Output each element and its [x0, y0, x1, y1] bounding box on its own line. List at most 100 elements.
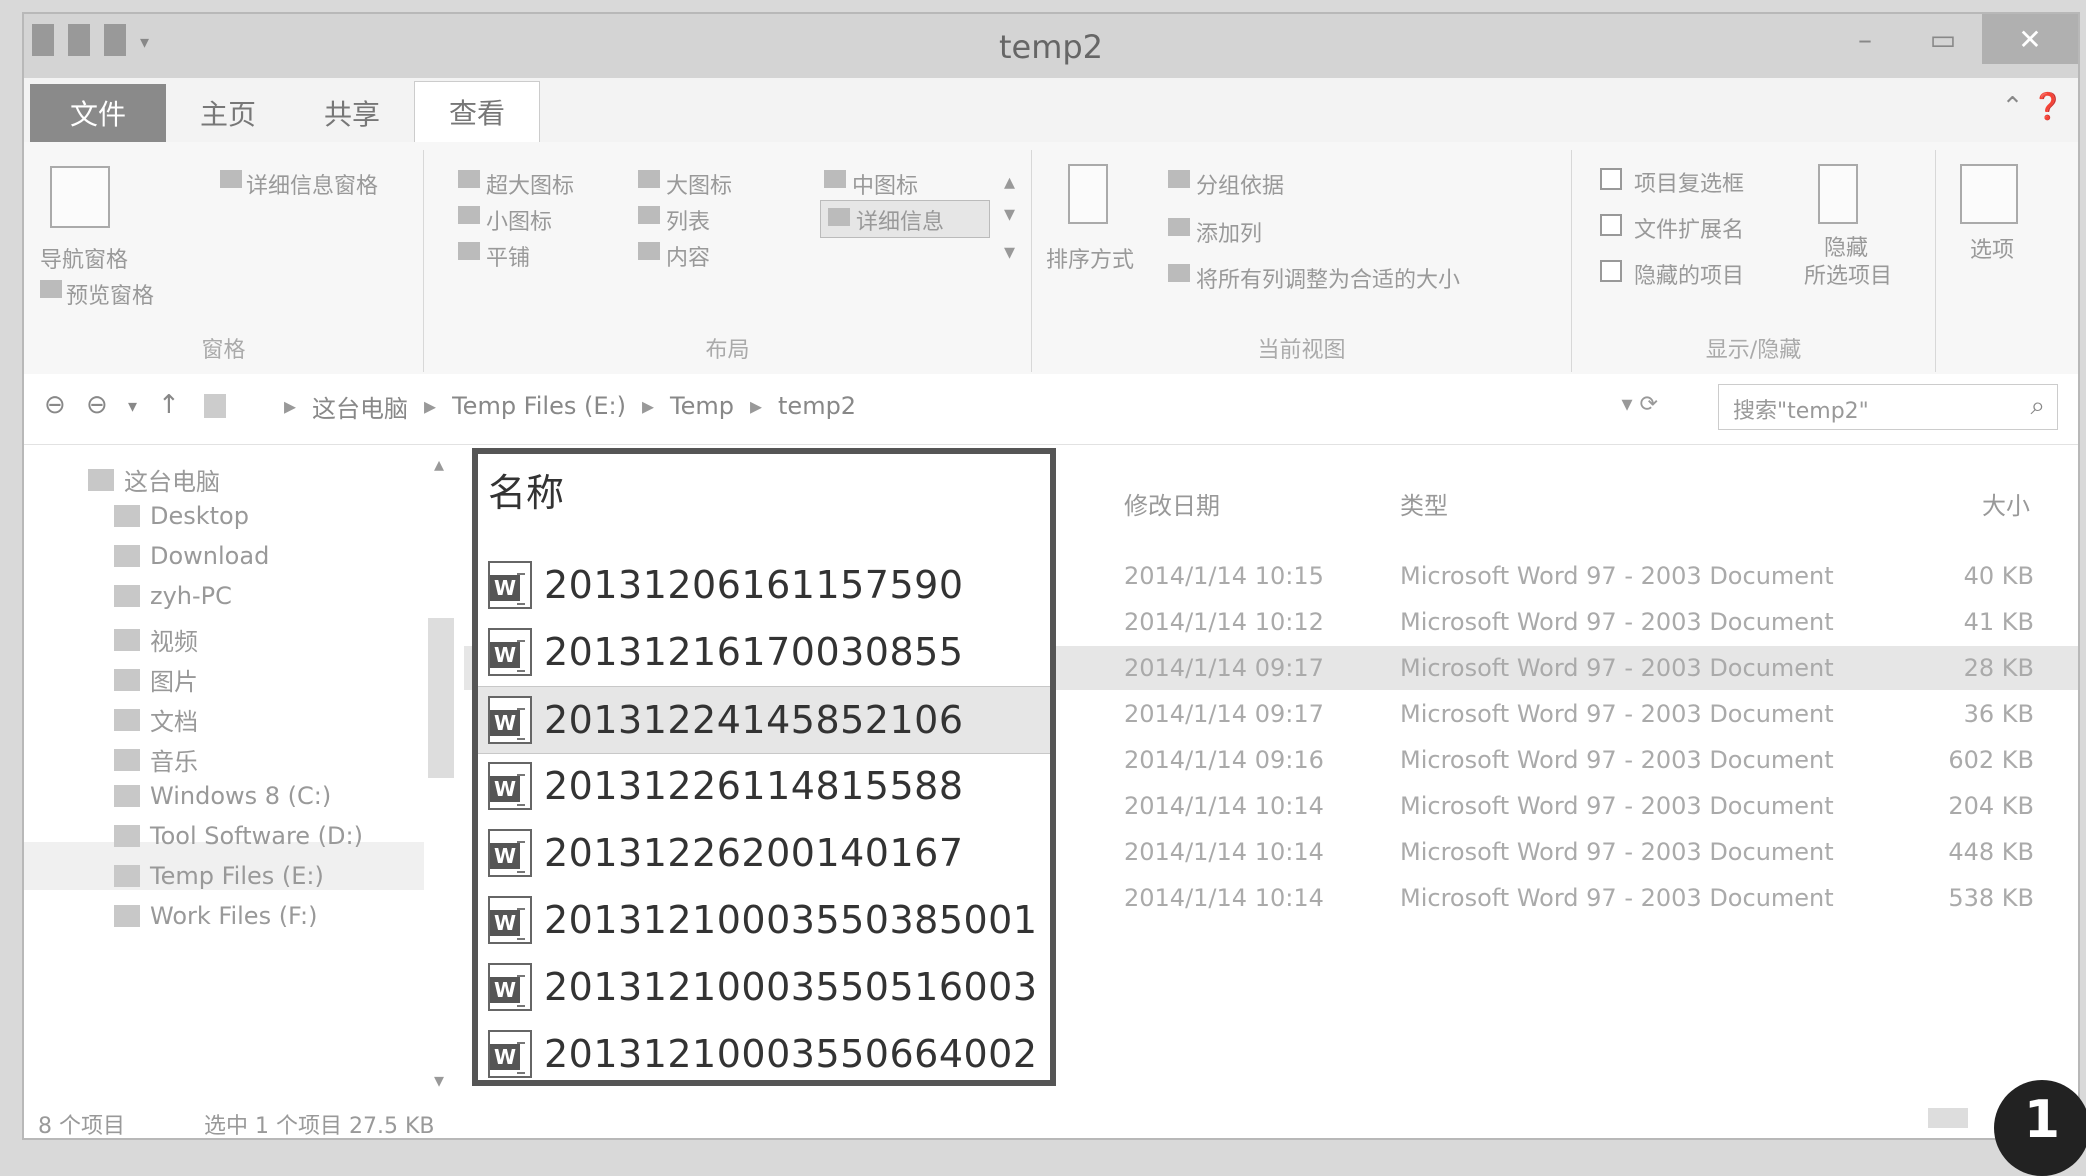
- l-icons-icon: [638, 170, 660, 188]
- nav-item-zyh-pc[interactable]: zyh-PC: [114, 582, 232, 610]
- nav-item-videos[interactable]: 视频: [114, 622, 198, 657]
- list-item[interactable]: 20131210003550664002: [478, 1021, 1050, 1087]
- crumb-pc[interactable]: 这台电脑: [312, 389, 408, 424]
- ribbon-tabs: 文件 主页 共享 查看 ⌃ ❓: [24, 78, 2078, 143]
- layout-group-label: 布局: [705, 338, 750, 363]
- tab-share[interactable]: 共享: [290, 84, 414, 142]
- nav-item-drive-f[interactable]: Work Files (F:): [114, 902, 317, 930]
- maximize-button[interactable]: ▭: [1904, 14, 1982, 64]
- nav-label: zyh-PC: [150, 582, 232, 610]
- content-option[interactable]: 内容: [666, 240, 710, 272]
- close-button[interactable]: ✕: [1982, 14, 2078, 64]
- m-icons-icon: [824, 170, 846, 188]
- file-type: Microsoft Word 97 - 2003 Document: [1400, 562, 1834, 590]
- file-date: 2014/1/14 09:16: [1124, 746, 1324, 774]
- add-columns-button[interactable]: 添加列: [1196, 216, 1262, 248]
- nav-item-pictures[interactable]: 图片: [114, 662, 198, 697]
- scroll-down-icon[interactable]: ▾: [434, 1068, 444, 1092]
- nav-label: Desktop: [150, 502, 249, 530]
- search-input[interactable]: 搜索"temp2" ⌕: [1718, 384, 2058, 430]
- file-name: 20131216170030855: [544, 630, 964, 674]
- list-item[interactable]: 20131210003550516003: [478, 954, 1050, 1020]
- nav-item-desktop[interactable]: Desktop: [114, 502, 249, 530]
- tab-home[interactable]: 主页: [166, 84, 290, 142]
- nav-item-music[interactable]: 音乐: [114, 742, 198, 777]
- hide-selected-button-line2[interactable]: 所选项目: [1804, 258, 1892, 290]
- size-all-columns-button[interactable]: 将所有列调整为合适的大小: [1196, 262, 1460, 294]
- crumb-drive[interactable]: Temp Files (E:): [452, 392, 626, 420]
- list-item[interactable]: 2013121000355038500​1: [478, 887, 1050, 953]
- video-folder-icon: [114, 628, 140, 651]
- word-document-icon: [488, 1030, 532, 1078]
- m-icons-option[interactable]: 中图标: [852, 168, 918, 200]
- file-date: 2014/1/14 10:15: [1124, 562, 1324, 590]
- current-view-group: 排序方式 分组依据 添加列 将所有列调整为合适的大小 当前视图: [1032, 150, 1572, 372]
- list-item[interactable]: 20131226114815588: [478, 753, 1050, 819]
- tiles-option[interactable]: 平铺: [486, 240, 530, 272]
- column-size[interactable]: 大小: [1982, 486, 2030, 521]
- minimize-button[interactable]: –: [1826, 14, 1904, 64]
- file-type: Microsoft Word 97 - 2003 Document: [1400, 884, 1834, 912]
- xl-icons-option[interactable]: 超大图标: [486, 168, 574, 200]
- nav-item-documents[interactable]: 文档: [114, 702, 198, 737]
- file-date: 2014/1/14 10:14: [1124, 792, 1324, 820]
- details-view-toggle-icon[interactable]: [1928, 1108, 1968, 1128]
- crumb-temp2[interactable]: temp2: [778, 392, 856, 420]
- details-option[interactable]: 详细信息: [856, 204, 944, 236]
- tab-file[interactable]: 文件: [30, 84, 167, 142]
- group-by-button[interactable]: 分组依据: [1196, 168, 1284, 200]
- layout-scroll-up-icon[interactable]: ▴: [1004, 170, 1015, 195]
- column-type[interactable]: 类型: [1400, 486, 1448, 521]
- nav-label: Tool Software (D:): [150, 822, 363, 850]
- drive-icon: [114, 825, 140, 847]
- word-document-icon: [488, 829, 532, 877]
- up-arrow-icon[interactable]: ↑: [158, 390, 180, 420]
- list-item-selected[interactable]: 20131224145852106: [478, 686, 1050, 754]
- crumb-temp[interactable]: Temp: [670, 392, 734, 420]
- nav-label: 文档: [150, 708, 198, 736]
- list-item[interactable]: 20131206161157590: [478, 552, 1050, 618]
- file-name: 20131206161157590: [544, 563, 964, 607]
- nav-pane-icon[interactable]: [50, 166, 110, 228]
- nav-item-drive-e[interactable]: Temp Files (E:): [114, 862, 324, 890]
- file-ext-checkbox[interactable]: [1600, 214, 1622, 236]
- nav-pane-button[interactable]: 导航窗格: [40, 242, 128, 274]
- sort-by-icon[interactable]: [1068, 164, 1108, 224]
- drive-icon: [114, 865, 140, 887]
- s-icons-option[interactable]: 小图标: [486, 204, 552, 236]
- refresh-icon[interactable]: ▾ ⟳: [1622, 392, 1658, 417]
- back-icon[interactable]: ⊖: [44, 390, 66, 420]
- nav-item-drive-d[interactable]: Tool Software (D:): [114, 822, 363, 850]
- forward-icon[interactable]: ⊖: [86, 390, 108, 420]
- list-item[interactable]: 20131226200140167: [478, 820, 1050, 886]
- scroll-up-icon[interactable]: ▴: [434, 452, 444, 476]
- column-name[interactable]: 名称: [488, 462, 564, 517]
- layout-scroll-down-icon[interactable]: ▾: [1004, 202, 1015, 227]
- hide-selected-icon[interactable]: [1818, 164, 1858, 224]
- list-option[interactable]: 列表: [666, 204, 710, 236]
- hidden-items-checkbox[interactable]: [1600, 260, 1622, 282]
- item-checkboxes-checkbox[interactable]: [1600, 168, 1622, 190]
- tab-view[interactable]: 查看: [414, 81, 541, 142]
- details-pane-button[interactable]: 详细信息窗格: [246, 168, 378, 200]
- nav-item-download[interactable]: Download: [114, 542, 269, 570]
- options-button[interactable]: 选项: [1970, 232, 2014, 264]
- recent-dropdown-icon[interactable]: ▾: [128, 396, 137, 417]
- window-title: temp2: [998, 28, 1104, 66]
- search-icon[interactable]: ⌕: [2030, 391, 2045, 422]
- breadcrumb[interactable]: ▸ 这台电脑 ▸ Temp Files (E:) ▸ Temp ▸ temp2: [284, 384, 856, 428]
- help-icon[interactable]: ⌃ ❓: [2002, 92, 2064, 122]
- picture-folder-icon: [114, 668, 140, 691]
- sort-by-button[interactable]: 排序方式: [1046, 242, 1134, 274]
- list-item[interactable]: 20131216170030855: [478, 619, 1050, 685]
- file-type: Microsoft Word 97 - 2003 Document: [1400, 746, 1834, 774]
- l-icons-option[interactable]: 大图标: [666, 168, 732, 200]
- preview-pane-button[interactable]: 预览窗格: [66, 278, 154, 310]
- layout-more-icon[interactable]: ▾: [1004, 240, 1015, 265]
- nav-scrollbar-thumb[interactable]: [428, 618, 454, 778]
- column-date[interactable]: 修改日期: [1124, 486, 1220, 521]
- nav-label: Temp Files (E:): [150, 862, 324, 890]
- nav-item-this-pc[interactable]: 这台电脑: [88, 462, 220, 497]
- nav-item-drive-c[interactable]: Windows 8 (C:): [114, 782, 331, 810]
- options-icon[interactable]: [1960, 164, 2018, 224]
